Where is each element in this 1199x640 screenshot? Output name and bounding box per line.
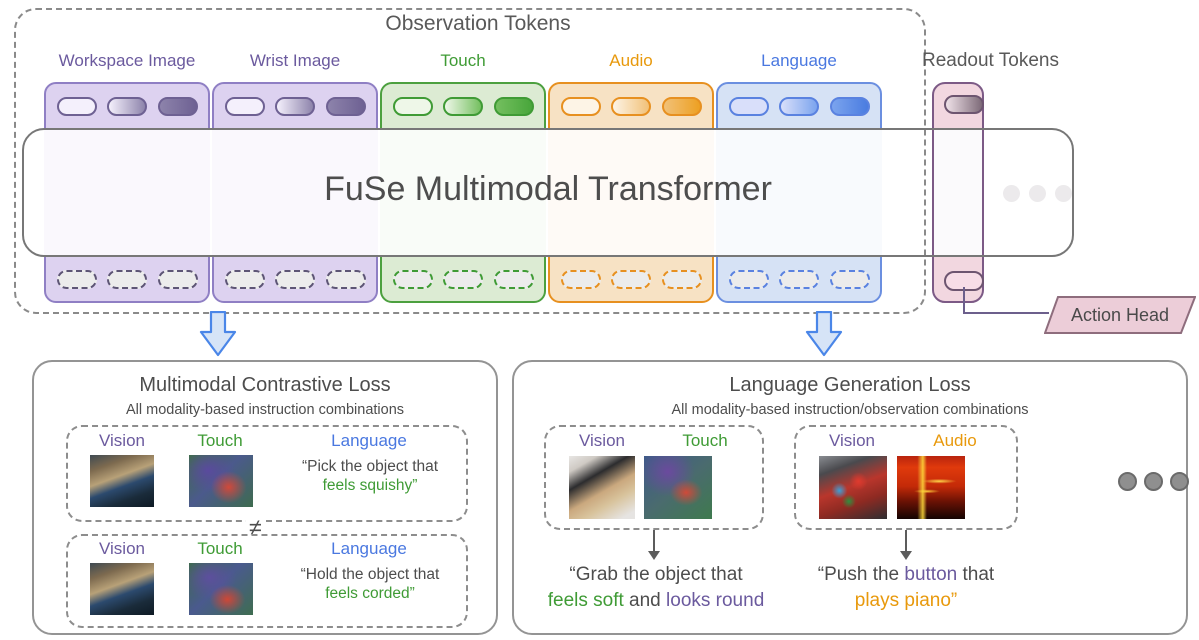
- output-token-pill: [493, 269, 534, 289]
- token-block-audio-bottom[interactable]: [548, 255, 714, 303]
- token-pill: [443, 96, 483, 116]
- output-line-2-post: that: [957, 564, 995, 585]
- audio-spectrogram-thumbnail: [897, 456, 965, 519]
- three-dots-icon: [1003, 185, 1072, 202]
- instruction-highlight-1: feels squishy”: [322, 477, 418, 494]
- action-head-block[interactable]: Action Head: [1043, 296, 1197, 334]
- output-token-pill: [56, 269, 97, 289]
- output-seg-button: button: [904, 564, 958, 585]
- contrastive-instruction-1: “Pick the object that feels squishy”: [274, 457, 466, 495]
- modality-label-touch: Touch: [682, 431, 728, 450]
- output-token-pill: [728, 269, 769, 289]
- language-generation-loss-subtitle: All modality-based instruction/observati…: [671, 402, 1029, 418]
- token-pill: [107, 96, 147, 116]
- token-block-touch-top[interactable]: [380, 82, 546, 130]
- token-pill: [611, 96, 651, 116]
- readout-to-action-head-connector-h: [963, 312, 1049, 314]
- token-pill: [829, 96, 870, 116]
- token-pill: [728, 96, 769, 116]
- output-token-pill: [560, 269, 601, 289]
- token-pill: [325, 96, 366, 116]
- output-token-pill: [275, 269, 315, 289]
- token-pill: [392, 96, 433, 116]
- modality-label-vision: Vision: [829, 431, 875, 450]
- token-block-workspace-bottom[interactable]: [44, 255, 210, 303]
- generation-output-1: “Grab the object that feels soft and loo…: [534, 562, 778, 614]
- output-token-pill: [157, 269, 198, 289]
- instruction-line-2: “Hold the object that: [300, 566, 440, 583]
- output-token-pill: [392, 269, 433, 289]
- token-pill: [560, 96, 601, 116]
- output-seg-plays-piano: plays piano”: [854, 590, 958, 611]
- output-token-pill: [779, 269, 819, 289]
- token-pill: [56, 96, 97, 116]
- output-token-pill: [661, 269, 702, 289]
- output-token-pill: [443, 269, 483, 289]
- token-pill: [493, 96, 534, 116]
- contrastive-loss-title: Multimodal Contrastive Loss: [139, 374, 391, 396]
- language-generation-loss-title: Language Generation Loss: [729, 374, 971, 396]
- vision-thumbnail: [819, 456, 887, 519]
- generation-arrow-2: [900, 530, 912, 560]
- token-block-touch-bottom[interactable]: [380, 255, 546, 303]
- contrastive-instruction-2: “Hold the object that feels corded”: [274, 565, 466, 603]
- action-head-label: Action Head: [1070, 304, 1170, 325]
- contrastive-loss-subtitle: All modality-based instruction combinati…: [125, 402, 405, 418]
- output-seg-and: and: [623, 590, 667, 611]
- instruction-line-1: “Pick the object that: [301, 458, 439, 475]
- output-token-pill: [829, 269, 870, 289]
- column-label-wrist-image: Wrist Image: [249, 51, 341, 70]
- touch-thumbnail: [189, 455, 253, 507]
- column-label-language: Language: [761, 51, 837, 70]
- token-pill: [157, 96, 198, 116]
- arrow-to-contrastive-loss: [199, 311, 237, 357]
- language-generation-loss-panel: Language Generation Loss All modality-ba…: [512, 360, 1189, 635]
- contrastive-loss-panel: Multimodal Contrastive Loss All modality…: [32, 360, 498, 635]
- column-label-touch: Touch: [440, 51, 486, 70]
- modality-label-audio: Audio: [933, 431, 977, 450]
- token-pill: [224, 96, 265, 116]
- vision-thumbnail: [569, 456, 635, 519]
- readout-tokens-title: Readout Tokens: [922, 50, 1059, 71]
- three-dots-icon: [1118, 472, 1189, 491]
- readout-token-pill: [944, 95, 984, 114]
- token-block-wrist-bottom[interactable]: [212, 255, 378, 303]
- output-seg-feels-soft: feels soft: [547, 590, 624, 611]
- arrow-to-language-generation-loss: [805, 311, 843, 357]
- modality-label-language: Language: [331, 539, 407, 558]
- token-block-workspace-top[interactable]: [44, 82, 210, 130]
- modality-label-touch: Touch: [197, 539, 243, 558]
- output-token-pill: [107, 269, 147, 289]
- column-label-workspace-image: Workspace Image: [58, 51, 196, 70]
- token-pill: [779, 96, 819, 116]
- token-block-wrist-top[interactable]: [212, 82, 378, 130]
- modality-label-touch: Touch: [197, 431, 243, 450]
- touch-thumbnail: [644, 456, 712, 519]
- touch-thumbnail: [189, 563, 253, 615]
- token-block-language-bottom[interactable]: [716, 255, 882, 303]
- modality-label-vision: Vision: [579, 431, 625, 450]
- modality-label-vision: Vision: [99, 539, 145, 558]
- token-block-audio-top[interactable]: [548, 82, 714, 130]
- column-label-audio: Audio: [609, 51, 653, 70]
- vision-thumbnail: [90, 455, 154, 507]
- vision-thumbnail: [90, 563, 154, 615]
- output-line-1: “Grab the object that: [569, 564, 743, 585]
- output-token-pill: [611, 269, 651, 289]
- token-pill: [661, 96, 702, 116]
- token-pill: [275, 96, 315, 116]
- output-line-2-pre: “Push the: [817, 564, 905, 585]
- output-token-pill: [325, 269, 366, 289]
- generation-output-2: “Push the button that plays piano”: [786, 562, 1026, 614]
- generation-arrow-1: [648, 530, 660, 560]
- modality-label-language: Language: [331, 431, 407, 450]
- modality-label-vision: Vision: [99, 431, 145, 450]
- output-token-pill: [224, 269, 265, 289]
- instruction-highlight-2: feels corded”: [325, 585, 415, 602]
- token-block-language-top[interactable]: [716, 82, 882, 130]
- readout-to-action-head-connector-v: [963, 287, 965, 314]
- observation-tokens-title: Observation Tokens: [385, 12, 571, 35]
- output-seg-looks-round: looks round: [666, 590, 765, 611]
- transformer-title: FuSe Multimodal Transformer: [324, 170, 772, 208]
